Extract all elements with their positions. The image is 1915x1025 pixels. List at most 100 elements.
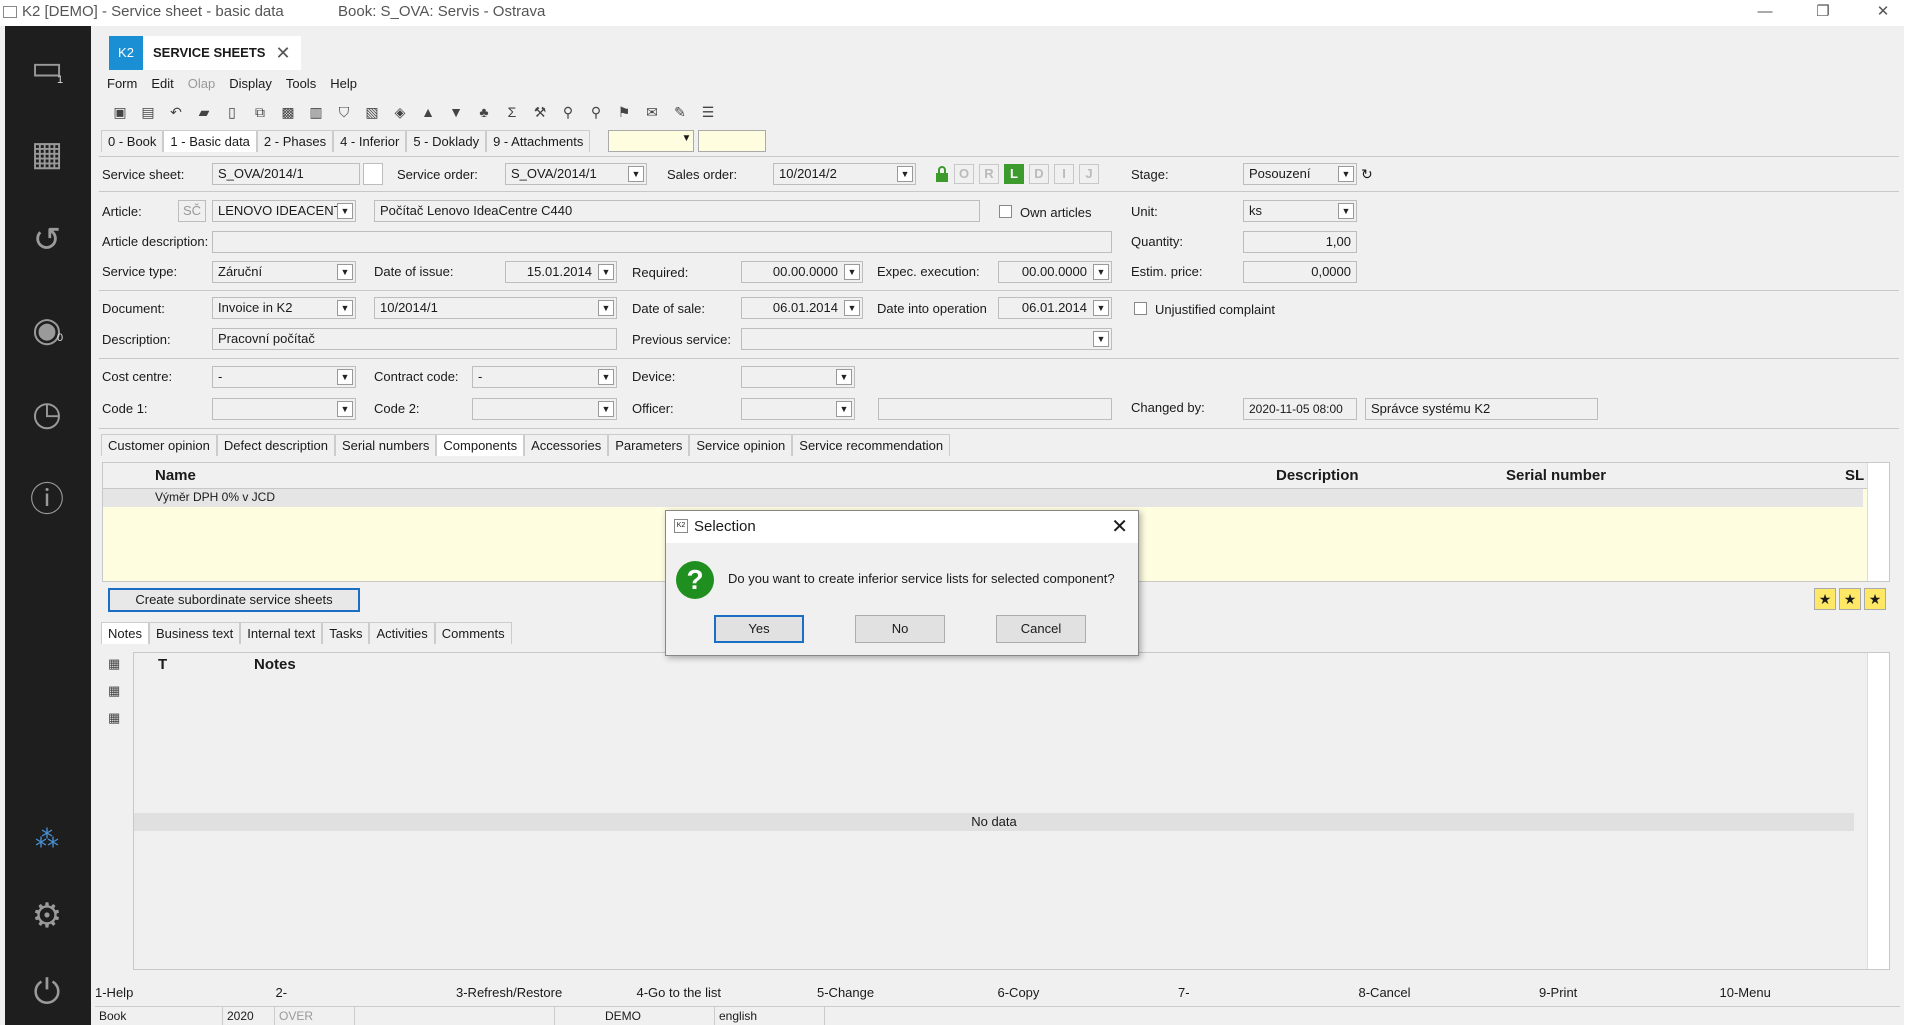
own-articles-checkbox[interactable] (999, 205, 1012, 218)
contract-code-select[interactable]: - ▼ (472, 366, 617, 388)
power-icon[interactable]: ⏻ (23, 968, 71, 1016)
undo-icon[interactable]: ↶ (165, 102, 187, 122)
menu-tools[interactable]: Tools (286, 76, 316, 91)
table-row[interactable]: Výměr DPH 0% v JCD (103, 489, 1863, 507)
description-field[interactable]: Pracovní počítač (212, 328, 617, 350)
col-notes[interactable]: Notes (254, 656, 296, 673)
open-icon[interactable]: ▰ (193, 102, 215, 122)
save-as-icon[interactable]: ▤ (137, 102, 159, 122)
tab-book[interactable]: 0 - Book (101, 130, 164, 152)
tab-activities[interactable]: Activities (369, 622, 435, 644)
unit-select[interactable]: ks ▼ (1243, 200, 1357, 222)
document-select[interactable]: Invoice in K2 ▼ (212, 297, 356, 319)
apps-grid-icon[interactable]: ▦ (23, 130, 71, 178)
delete-note-icon[interactable]: ▦ (108, 710, 126, 728)
tab-notes[interactable]: Notes (101, 622, 149, 644)
previous-service-select[interactable]: ▼ (741, 328, 1112, 350)
no-button[interactable]: No (855, 615, 945, 643)
tab-phases[interactable]: 2 - Phases (256, 130, 334, 152)
info-icon[interactable]: ⓘ (23, 476, 71, 524)
officer-select[interactable]: ▼ (741, 398, 855, 420)
star-edit-icon[interactable]: ★ (1864, 588, 1886, 610)
menu-lines-icon[interactable]: ☰ (697, 102, 719, 122)
col-serial-number[interactable]: Serial number (1506, 467, 1606, 484)
required-field[interactable]: 00.00.0000 ▼ (741, 261, 863, 283)
tab-customer-opinion[interactable]: Customer opinion (101, 434, 217, 456)
service-order-select[interactable]: S_OVA/2014/1 ▼ (505, 163, 647, 185)
grid-scrollbar[interactable] (1867, 463, 1889, 581)
fkey-help[interactable]: 1-Help (95, 982, 276, 1004)
col-description[interactable]: Description (1276, 467, 1359, 484)
notes-scrollbar[interactable] (1867, 653, 1889, 969)
menu-edit[interactable]: Edit (151, 76, 173, 91)
quick-select[interactable]: ▼ (608, 130, 695, 152)
tab-accessories[interactable]: Accessories (524, 434, 609, 456)
tree-icon[interactable]: ♣ (473, 102, 495, 122)
fkey-goto-list[interactable]: 4-Go to the list (637, 982, 818, 1004)
article-description-field[interactable] (212, 231, 1112, 253)
new-icon[interactable]: ▯ (221, 102, 243, 122)
stage-history-icon[interactable]: ↻ (1361, 166, 1373, 183)
date-of-sale-field[interactable]: 06.01.2014 ▼ (741, 297, 863, 319)
tab-defect-description[interactable]: Defect description (216, 434, 335, 456)
service-type-select[interactable]: Záruční ▼ (212, 261, 356, 283)
filter-icon[interactable]: ⛉ (333, 102, 355, 122)
document-number-select[interactable]: 10/2014/1 ▼ (374, 297, 617, 319)
add-note-icon[interactable]: ▦ (108, 656, 126, 674)
tab-basic-data[interactable]: 1 - Basic data (163, 130, 257, 152)
cost-centre-select[interactable]: - ▼ (212, 366, 356, 388)
code1-select[interactable]: ▼ (212, 398, 356, 420)
arrow-up-icon[interactable]: ▲ (417, 102, 439, 122)
menu-display[interactable]: Display (229, 76, 272, 91)
sum-icon[interactable]: Σ (501, 102, 523, 122)
service-sheet-extra[interactable] (363, 163, 383, 185)
lock-doc-icon[interactable]: ▩ (277, 102, 299, 122)
copy-icon[interactable]: ⧉ (249, 102, 271, 122)
create-subordinate-button[interactable]: Create subordinate service sheets (108, 588, 360, 612)
date-of-issue-field[interactable]: 15.01.2014 ▼ (505, 261, 617, 283)
officer-name-field[interactable] (878, 398, 1112, 420)
gear-icon[interactable]: ⚙ (23, 892, 71, 940)
fkey-change[interactable]: 5-Change (817, 982, 998, 1004)
fkey-2[interactable]: 2- (276, 982, 457, 1004)
tab-inferior[interactable]: 4 - Inferior (333, 130, 407, 152)
find-next-icon[interactable]: ⚲ (585, 102, 607, 122)
tab-service-opinion[interactable]: Service opinion (689, 434, 793, 456)
expec-execution-field[interactable]: 00.00.0000 ▼ (998, 261, 1112, 283)
estim-price-field[interactable]: 0,0000 (1243, 261, 1357, 283)
tab-doklady[interactable]: 5 - Doklady (406, 130, 487, 152)
fkey-cancel[interactable]: 8-Cancel (1359, 982, 1540, 1004)
tab-internal-text[interactable]: Internal text (240, 622, 323, 644)
article-code[interactable]: SČ (178, 200, 206, 222)
star-icon[interactable]: ★ (1814, 588, 1836, 610)
minimize-icon[interactable]: — (1742, 0, 1788, 26)
filter-doc-icon[interactable]: ▧ (361, 102, 383, 122)
fkey-7[interactable]: 7- (1178, 982, 1359, 1004)
fkey-refresh[interactable]: 3-Refresh/Restore (456, 982, 637, 1004)
fkey-print[interactable]: 9-Print (1539, 982, 1720, 1004)
article-name[interactable]: Počítač Lenovo IdeaCentre C440 (374, 200, 980, 222)
col-sl[interactable]: SL (1845, 467, 1864, 484)
tab-comments[interactable]: Comments (434, 622, 512, 644)
tab-attachments[interactable]: 9 - Attachments (486, 130, 591, 152)
tab-business-text[interactable]: Business text (148, 622, 241, 644)
menu-form[interactable]: Form (107, 76, 137, 91)
col-name[interactable]: Name (155, 467, 196, 484)
save-icon[interactable]: ▣ (109, 102, 131, 122)
clock-icon[interactable]: ◷ (23, 390, 71, 438)
close-icon[interactable]: ✕ (1860, 0, 1906, 26)
tab-serial-numbers[interactable]: Serial numbers (334, 434, 437, 456)
article-select[interactable]: LENOVO IDEACENT ▼ (212, 200, 356, 222)
quantity-field[interactable]: 1,00 (1243, 231, 1357, 253)
monitor-icon[interactable]: ▭ (23, 44, 71, 92)
close-tab-icon[interactable]: ✕ (275, 36, 290, 70)
tab-tasks[interactable]: Tasks (322, 622, 370, 644)
fkey-menu[interactable]: 10-Menu (1720, 982, 1901, 1004)
service-sheet-field[interactable]: S_OVA/2014/1 (212, 163, 360, 185)
book-icon[interactable]: ▥ (305, 102, 327, 122)
chat-icon[interactable]: ◉ (23, 306, 71, 354)
col-t[interactable]: T (158, 656, 167, 673)
device-select[interactable]: ▼ (741, 366, 855, 388)
tools-icon[interactable]: ⚒ (529, 102, 551, 122)
unjustified-complaint-checkbox[interactable] (1134, 302, 1147, 315)
